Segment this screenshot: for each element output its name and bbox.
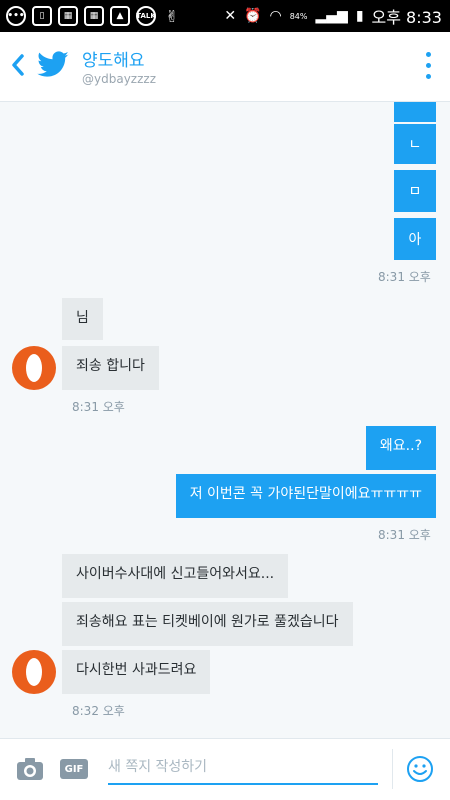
message-timestamp: 8:31 오후 [378, 528, 431, 542]
outgoing-message: 아 [394, 218, 436, 260]
message-composer: GIF [0, 738, 450, 800]
message-timestamp: 8:31 오후 [72, 400, 125, 414]
clock: 오후 8:33 [371, 8, 442, 27]
app-icon-1: ▦ [58, 6, 78, 26]
phone-icon: ▯ [32, 6, 52, 26]
notification-icons: ••• ▯ ▦ ▦ ▲ TALK ✌ [6, 4, 182, 28]
gif-button[interactable]: GIF [60, 759, 88, 779]
message-list[interactable]: ㄴ ㅁ 아 8:31 오후 님 죄송 합니다 8:31 오후 왜요..? 저 이… [0, 102, 450, 738]
incoming-message: 다시한번 사과드려요 [62, 650, 211, 694]
talk-icon: TALK [136, 6, 156, 26]
signal-icon: ▂▄▆ [315, 8, 348, 24]
message-timestamp: 8:31 오후 [378, 270, 431, 284]
outgoing-message: 저 이번콘 꼭 가야된단말이에요ㅠㅠㅠㅠ [175, 474, 436, 518]
conversation-handle: @ydbayzzzz [82, 72, 156, 86]
outgoing-message: 왜요..? [365, 426, 436, 470]
twitter-bird-icon [37, 51, 69, 77]
mute-icon: ✕ [224, 8, 237, 24]
app-icon-2: ▦ [84, 6, 104, 26]
battery-icon: ▮ [355, 8, 364, 24]
outgoing-message [394, 102, 436, 122]
conversation-header: 양도해요 @ydbayzzzz [0, 32, 450, 102]
camera-icon[interactable] [16, 757, 44, 781]
victory-icon: ✌ [165, 6, 179, 26]
divider [392, 749, 393, 789]
incoming-message: 사이버수사대에 신고들어와서요... [62, 554, 289, 598]
gallery-icon: ▲ [110, 6, 130, 26]
avatar[interactable] [12, 346, 56, 390]
incoming-message: 죄송 합니다 [62, 346, 159, 390]
outgoing-message: ㅁ [394, 170, 436, 212]
alarm-icon: ⏰ [244, 8, 262, 24]
status-bar: ••• ▯ ▦ ▦ ▲ TALK ✌ ✕ ⏰ ◠ 84% ▂▄▆ ▮ 오후 8:… [0, 0, 450, 32]
network-label: 84% [289, 11, 308, 21]
overflow-menu-icon[interactable] [426, 52, 432, 82]
emoji-icon[interactable] [406, 755, 434, 783]
incoming-message: 죄송해요 표는 티켓베이에 원가로 풀겠습니다 [62, 602, 353, 646]
back-arrow-icon[interactable] [8, 50, 28, 80]
avatar[interactable] [12, 650, 56, 694]
message-input[interactable] [108, 751, 378, 785]
conversation-name: 양도해요 [82, 51, 145, 71]
system-tray: ✕ ⏰ ◠ 84% ▂▄▆ ▮ 오후 8:33 [224, 4, 442, 28]
incoming-message: 님 [62, 298, 103, 340]
wifi-icon: ◠ [269, 8, 282, 24]
outgoing-message: ㄴ [394, 124, 436, 164]
message-timestamp: 8:32 오후 [72, 704, 125, 718]
message-icon: ••• [6, 6, 26, 26]
